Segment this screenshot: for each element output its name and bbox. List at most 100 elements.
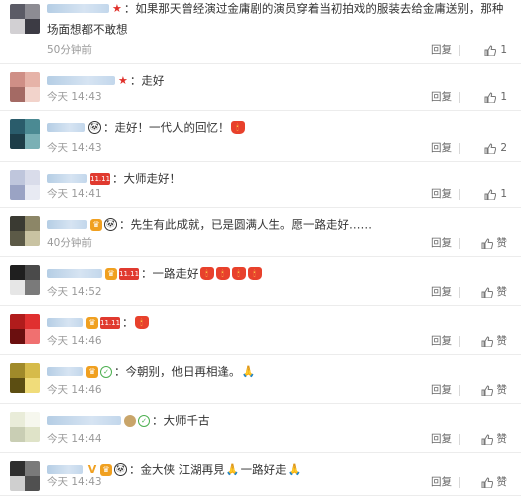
username[interactable] [47, 174, 87, 183]
reply-button[interactable]: 回复 [431, 382, 452, 398]
comment-meta: 今天 14:52 回复 赞 [47, 284, 507, 300]
candle-emoji-icon: 🕯 [231, 267, 246, 280]
username[interactable] [47, 220, 87, 229]
comment-line: 🐼 ：走好！一代人的回忆！ 🕯 [47, 117, 507, 138]
like-count: 赞 [496, 433, 508, 445]
avatar[interactable] [10, 72, 40, 102]
comment-body: ✓ ：大师千古 [47, 410, 507, 431]
comment-line: ★ ：走好 [47, 70, 507, 91]
timestamp: 50分钟前 [47, 44, 92, 56]
avatar[interactable] [10, 119, 40, 149]
like-button[interactable]: 赞 [481, 235, 507, 251]
reply-button[interactable]: 回复 [431, 186, 452, 202]
like-button[interactable]: 赞 [481, 431, 508, 447]
timestamp: 今天 14:41 [47, 188, 102, 200]
comment-row: ✓ ：大师千古今天 14:44 回复 赞 [0, 404, 521, 453]
comment-meta: 50分钟前 回复 1 [47, 42, 507, 58]
username[interactable] [47, 269, 102, 278]
username[interactable] [47, 465, 83, 474]
comment-line: ♛ 11.11： 🕯 [47, 312, 507, 333]
divider [459, 385, 460, 396]
like-button[interactable]: 赞 [481, 382, 507, 398]
reply-button[interactable]: 回复 [431, 42, 452, 58]
reply-button[interactable]: 回复 [431, 284, 452, 300]
username[interactable] [47, 123, 85, 132]
comment-text: 先生有此成就，已是圆满人生。愿一路走好…… [130, 217, 373, 232]
candle-emoji-icon: 🕯 [230, 121, 245, 134]
comment-text: 今朝别，他日再相逢。 [125, 364, 241, 379]
avatar[interactable] [10, 4, 40, 34]
like-count: 2 [500, 142, 507, 154]
comment-row: ♛ ✓ ：今朝别，他日再相逢。🙏 今天 14:46 回复 赞 [0, 355, 521, 404]
comment-text: 大师走好！ [123, 171, 182, 186]
username[interactable] [47, 4, 109, 13]
like-button[interactable]: 1 [484, 42, 507, 58]
like-button[interactable]: 赞 [481, 284, 507, 300]
like-count: 1 [500, 91, 507, 103]
thumbs-up-icon [484, 188, 497, 200]
like-button[interactable]: 1 [484, 186, 507, 202]
avatar[interactable] [10, 216, 40, 246]
avatar[interactable] [10, 314, 40, 344]
like-button[interactable]: 1 [484, 89, 507, 105]
comment-meta: 今天 14:43 回复 赞 [47, 474, 507, 490]
username[interactable] [47, 318, 83, 327]
comment-row: 🐼 ：走好！一代人的回忆！ 🕯 今天 14:43 回复 2 [0, 111, 521, 162]
comment-row: ★ ：如果那天曾经演过金庸剧的演员穿着当初拍戏的服装去给金庸送别，那种场面想都不敢… [0, 0, 521, 64]
comment-text: 一路走好 [152, 266, 199, 281]
comment-meta: 40分钟前 回复 赞 [47, 235, 507, 251]
panda-badge-icon: 🐼 [88, 121, 101, 134]
comment-row: ♛ 11.11： 🕯 今天 14:46 回复 赞 [0, 306, 521, 355]
comment-row: ★ ：走好 今天 14:43 回复 1 [0, 64, 521, 111]
comment-body: ♛ 11.11： 🕯 [47, 312, 507, 333]
username[interactable] [47, 367, 83, 376]
avatar[interactable] [10, 461, 40, 491]
timestamp: 今天 14:46 [47, 384, 102, 396]
avatar[interactable] [10, 363, 40, 393]
colon: ： [103, 120, 115, 135]
colon: ： [141, 266, 153, 281]
comment-line: ★ ：如果那天曾经演过金庸剧的演员穿着当初拍戏的服装去给金庸送别，那种场面想都不敢… [47, 0, 507, 39]
comment-line: ♛ 11.11 ：一路走好 🕯 🕯 🕯 🕯 [47, 263, 507, 284]
candle-emoji-icon: 🕯 [215, 267, 230, 280]
reply-button[interactable]: 回复 [431, 140, 452, 156]
like-count: 1 [500, 44, 507, 56]
timestamp: 今天 14:44 [47, 433, 102, 445]
comment-text: 走好 [141, 73, 165, 88]
reply-button[interactable]: 回复 [431, 431, 452, 447]
reply-button[interactable]: 回复 [431, 235, 452, 251]
avatar[interactable] [10, 170, 40, 200]
comment-meta: 今天 14:46 回复 赞 [47, 382, 507, 398]
divider [459, 434, 460, 445]
avatar[interactable] [10, 265, 40, 295]
reply-button[interactable]: 回复 [431, 89, 452, 105]
comment-body: ♛ 🐼 ：先生有此成就，已是圆满人生。愿一路走好…… [47, 214, 507, 235]
colon: ： [112, 171, 124, 186]
like-button[interactable]: 赞 [481, 333, 508, 349]
like-count: 赞 [496, 476, 508, 488]
timestamp: 今天 14:52 [47, 286, 102, 298]
divider [459, 45, 460, 56]
avatar[interactable] [10, 412, 40, 442]
username[interactable] [47, 416, 121, 425]
like-count: 赞 [496, 335, 508, 347]
star-badge-icon: ★ [112, 1, 122, 15]
comment-row: 11.11 ：大师走好！ 今天 14:41 回复 1 [0, 162, 521, 208]
like-button[interactable]: 赞 [481, 474, 508, 490]
username[interactable] [47, 76, 115, 85]
colon: ： [122, 315, 134, 330]
colon: ： [119, 217, 131, 232]
timestamp: 40分钟前 [47, 237, 92, 249]
thumbs-up-icon [481, 433, 493, 445]
panda-badge-icon: 🐼 [104, 218, 117, 231]
reply-button[interactable]: 回复 [431, 333, 452, 349]
thumbs-up-icon [484, 91, 497, 103]
divider [459, 287, 460, 298]
gold-badge-icon: ♛ [90, 218, 102, 231]
like-button[interactable]: 2 [484, 140, 507, 156]
thumbs-up-icon [481, 384, 493, 396]
candle-emoji-icon: 🕯 [247, 267, 262, 280]
divider [459, 336, 460, 347]
comment-meta: 今天 14:41 回复 1 [47, 186, 507, 202]
reply-button[interactable]: 回复 [431, 474, 452, 490]
